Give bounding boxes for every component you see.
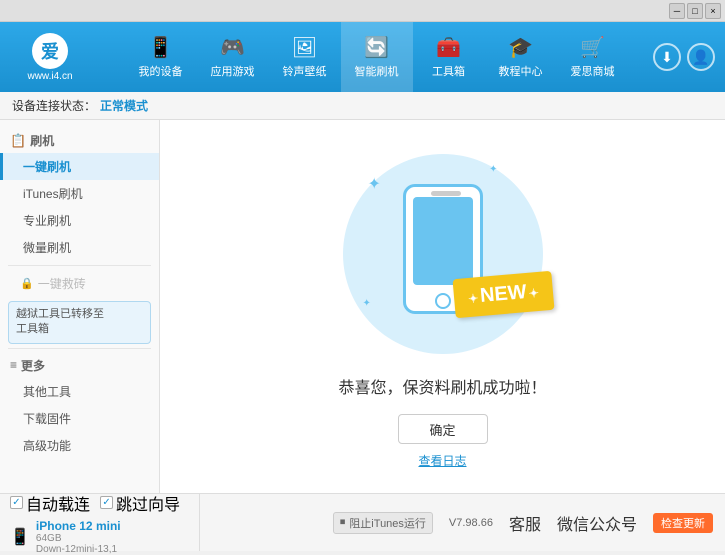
checkbox-wizard-label: 跳过向导: [116, 491, 180, 515]
sidebar-item-advanced[interactable]: 高级功能: [0, 432, 159, 459]
sidebar-item-pro-flash[interactable]: 专业刷机: [0, 207, 159, 234]
content-area: ✦ ✦ ✦ NEW 恭喜您，保资料刷机成功啦！ 确定 查看日志: [160, 120, 725, 493]
status-bar: 设备连接状态： 正常模式: [0, 92, 725, 120]
header: 爱 www.i4.cn 📱 我的设备 🎮 应用游戏 🖼 铃声壁纸 🔄 智能刷机 …: [0, 22, 725, 92]
minimize-btn[interactable]: ─: [669, 3, 685, 19]
phone-illustration: ✦ ✦ ✦ NEW: [333, 144, 553, 364]
close-btn[interactable]: ×: [705, 3, 721, 19]
sidebar-item-download-firmware[interactable]: 下载固件: [0, 405, 159, 432]
sparkle-2: ✦: [489, 164, 497, 175]
checkbox-wizard-icon: ✓: [100, 496, 113, 509]
main-layout: 📋 刷机 一键刷机 iTunes刷机 专业刷机 微量刷机 🔒 一键救砖 越狱工具…: [0, 120, 725, 493]
sidebar: 📋 刷机 一键刷机 iTunes刷机 专业刷机 微量刷机 🔒 一键救砖 越狱工具…: [0, 120, 160, 493]
sidebar-section-more: ≡ 更多: [0, 353, 159, 378]
nav-item-mall-label: 爱思商城: [571, 63, 615, 79]
device-phone-icon: 📱: [10, 527, 30, 547]
logo-area[interactable]: 爱 www.i4.cn: [0, 22, 100, 92]
nav-item-wallpaper-label: 铃声壁纸: [283, 63, 327, 79]
more-section-icon: ≡: [10, 358, 17, 372]
nav-item-my-device[interactable]: 📱 我的设备: [125, 22, 197, 92]
device-info-row: 📱 iPhone 12 mini 64GB Down-12mini-13,1: [10, 519, 189, 555]
phone-notch: [431, 191, 461, 196]
sidebar-item-one-key-flash[interactable]: 一键刷机: [0, 153, 159, 180]
nav-item-wallpaper[interactable]: 🖼 铃声壁纸: [269, 22, 341, 92]
status-prefix: 设备连接状态：: [12, 97, 96, 114]
logo-text: www.i4.cn: [27, 71, 72, 82]
device-details: iPhone 12 mini 64GB Down-12mini-13,1: [36, 519, 121, 555]
checkboxes-row: ✓ 自动载连 ✓ 跳过向导: [10, 491, 189, 515]
nav-item-apps[interactable]: 🎮 应用游戏: [197, 22, 269, 92]
download-btn[interactable]: ⬇: [653, 43, 681, 71]
nav-item-tutorial[interactable]: 🎓 教程中心: [485, 22, 557, 92]
sidebar-notice: 越狱工具已转移至工具箱: [8, 301, 151, 344]
sparkle-3: ✦: [363, 298, 371, 309]
nav-item-my-device-label: 我的设备: [139, 63, 183, 79]
lock-icon: 🔒: [20, 277, 34, 290]
checkbox-via-wizard[interactable]: ✓ 跳过向导: [100, 491, 180, 515]
wallpaper-icon: 🖼: [292, 35, 317, 60]
maximize-btn[interactable]: □: [687, 3, 703, 19]
checkbox-auto-label: 自动载连: [26, 491, 90, 515]
nav-items: 📱 我的设备 🎮 应用游戏 🖼 铃声壁纸 🔄 智能刷机 🧰 工具箱 🎓 教程中心…: [100, 22, 653, 92]
sidebar-divider-2: [8, 348, 151, 349]
device-storage: 64GB: [36, 533, 121, 544]
nav-item-tutorial-label: 教程中心: [499, 63, 543, 79]
confirm-button[interactable]: 确定: [398, 414, 488, 444]
tutorial-icon: 🎓: [508, 35, 533, 60]
mall-icon: 🛒: [580, 35, 605, 60]
sidebar-item-one-key-rescue: 🔒 一键救砖: [0, 270, 159, 297]
nav-item-apps-label: 应用游戏: [211, 63, 255, 79]
success-text: 恭喜您，保资料刷机成功啦！: [338, 374, 546, 398]
logo-icon: 爱: [32, 33, 68, 69]
nav-item-smart-flash-label: 智能刷机: [355, 63, 399, 79]
nav-item-toolbox[interactable]: 🧰 工具箱: [413, 22, 485, 92]
smart-flash-icon: 🔄: [364, 35, 389, 60]
status-mode: 正常模式: [100, 97, 148, 114]
sidebar-item-other-tools[interactable]: 其他工具: [0, 378, 159, 405]
device-version: Down-12mini-13,1: [36, 544, 121, 555]
user-btn[interactable]: 👤: [687, 43, 715, 71]
bottom-strip: ✓ 自动载连 ✓ 跳过向导 📱 iPhone 12 mini 64GB Down…: [0, 493, 725, 551]
phone-home-btn: [435, 293, 451, 309]
new-badge: NEW: [452, 271, 554, 318]
phone-screen: [413, 197, 473, 285]
sidebar-section-flash: 📋 刷机: [0, 128, 159, 153]
toolbox-icon: 🧰: [436, 35, 461, 60]
sidebar-item-itunes-flash[interactable]: iTunes刷机: [0, 180, 159, 207]
checkbox-auto-connect[interactable]: ✓ 自动载连: [10, 491, 90, 515]
checkbox-auto-icon: ✓: [10, 496, 23, 509]
jump-link[interactable]: 查看日志: [418, 452, 466, 469]
sidebar-item-wipe-flash[interactable]: 微量刷机: [0, 234, 159, 261]
sparkle-1: ✦: [368, 174, 381, 194]
device-name: iPhone 12 mini: [36, 519, 121, 533]
nav-item-mall[interactable]: 🛒 爱思商城: [557, 22, 629, 92]
title-bar: ─ □ ×: [0, 0, 725, 22]
nav-item-smart-flash[interactable]: 🔄 智能刷机: [341, 22, 413, 92]
nav-right: ⬇ 👤: [653, 43, 725, 71]
sidebar-divider-1: [8, 265, 151, 266]
my-device-icon: 📱: [148, 35, 173, 60]
apps-icon: 🎮: [220, 35, 245, 60]
sidebar-section-flash-label: 刷机: [30, 132, 54, 149]
flash-section-icon: 📋: [10, 133, 26, 149]
nav-item-toolbox-label: 工具箱: [432, 63, 465, 79]
